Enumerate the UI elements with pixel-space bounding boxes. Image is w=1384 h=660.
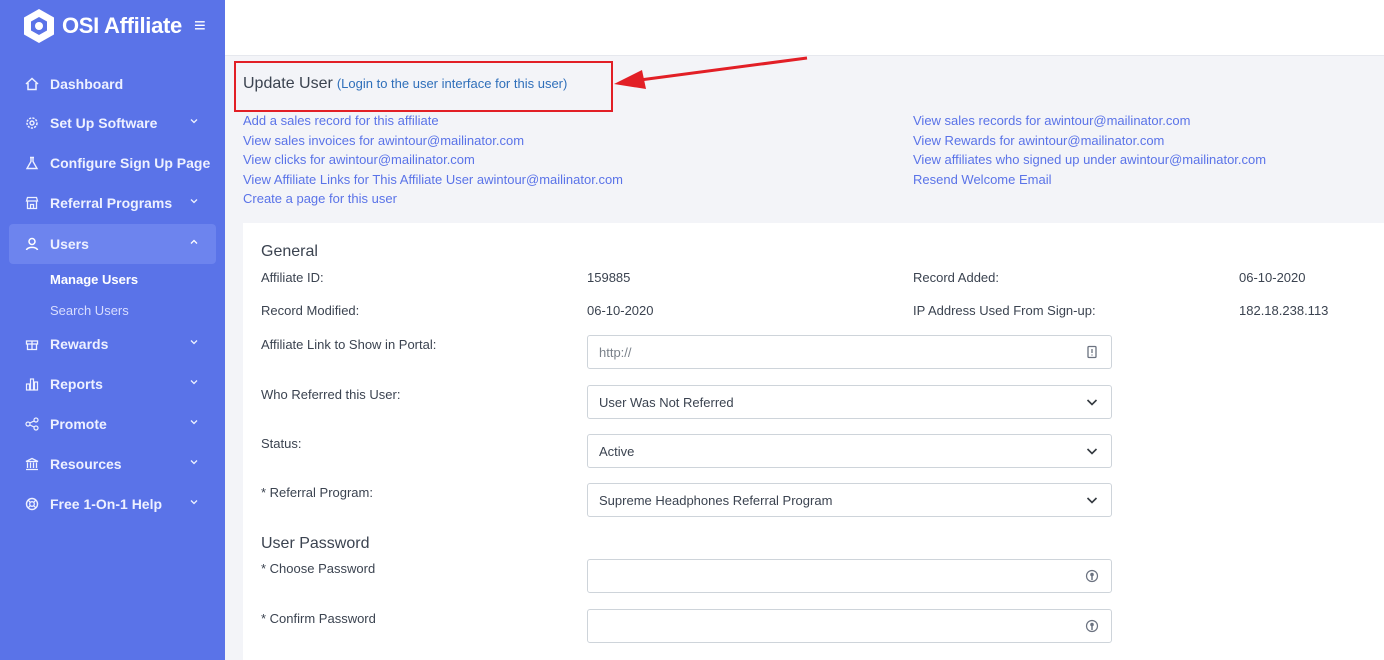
referral-program-select[interactable]: Supreme Headphones Referral Program [587,483,1112,517]
page-title-row: Update User (Login to the user interface… [243,75,567,93]
brand-name: OSI Affiliate [62,13,182,38]
logo-icon [24,9,54,43]
gift-icon [24,336,40,352]
affiliate-link-label: Affiliate Link to Show in Portal: [261,337,437,352]
chevron-down-icon [190,340,198,345]
sidebar-subitem-search-users[interactable]: Search Users [50,303,129,318]
add-sales-record-link[interactable]: Add a sales record for this affiliate [243,113,439,128]
ip-address-value: 182.18.238.113 [1239,303,1329,318]
resend-welcome-email-link[interactable]: Resend Welcome Email [913,172,1051,187]
sidebar-item-reports[interactable]: Reports [9,364,216,404]
sidebar-item-label: Configure Sign Up Page [50,155,211,171]
topbar [225,0,1384,56]
lifebuoy-icon [24,496,40,512]
sidebar-item-dashboard[interactable]: Dashboard [9,64,216,104]
hamburger-icon[interactable]: ≡ [194,15,206,38]
user-icon [24,236,40,252]
chevron-down-icon [190,420,198,425]
page-title: Update User [243,75,333,92]
record-modified-value: 06-10-2020 [587,303,654,318]
chevron-down-icon [190,199,198,204]
chevron-down-icon [1086,399,1098,406]
sidebar-item-label: Resources [50,456,122,472]
record-modified-label: Record Modified: [261,303,360,318]
brand[interactable]: OSI Affiliate ≡ [22,8,206,44]
sidebar-item-label: Dashboard [50,76,124,92]
view-rewards-link[interactable]: View Rewards for awintour@mailinator.com [913,133,1164,148]
sidebar-item-label: Reports [50,376,103,392]
gear-icon [24,115,40,131]
chevron-down-icon [190,460,198,465]
password-manager-icon [1085,619,1099,633]
user-password-section-title: User Password [261,535,370,552]
view-sales-records-link[interactable]: View sales records for awintour@mailinat… [913,113,1190,128]
record-added-value: 06-10-2020 [1239,270,1306,285]
who-referred-value: User Was Not Referred [599,394,734,410]
affiliate-link-input[interactable]: http:// [587,335,1112,369]
flask-icon [24,155,40,171]
general-section-title: General [261,243,318,260]
status-label: Status: [261,436,302,451]
store-icon [24,195,40,211]
chevron-down-icon [190,119,198,124]
affiliate-link-placeholder: http:// [599,344,632,360]
confirm-password-input[interactable] [587,609,1112,643]
sidebar-item-users[interactable]: Users [9,224,216,264]
sidebar: OSI Affiliate ≡ Dashboard Set Up Softwar… [0,0,225,660]
sidebar-item-label: Free 1-On-1 Help [50,496,163,512]
sidebar-item-label: Referral Programs [50,195,173,211]
record-added-label: Record Added: [913,270,1000,285]
bar-chart-icon [24,376,40,392]
view-affiliate-links-link[interactable]: View Affiliate Links for This Affiliate … [243,172,623,187]
affiliate-id-label: Affiliate ID: [261,270,324,285]
view-sales-invoices-link[interactable]: View sales invoices for awintour@mailina… [243,133,524,148]
sidebar-item-referral-programs[interactable]: Referral Programs [9,183,216,223]
password-manager-icon [1085,569,1099,583]
view-clicks-link[interactable]: View clicks for awintour@mailinator.com [243,152,475,167]
share-icon [24,416,40,432]
chevron-up-icon [190,239,198,244]
sidebar-item-label: Promote [50,416,107,432]
sidebar-item-free-help[interactable]: Free 1-On-1 Help [9,484,216,524]
who-referred-label: Who Referred this User: [261,387,401,402]
ip-address-label: IP Address Used From Sign-up: [913,303,1096,318]
chevron-down-icon [190,380,198,385]
who-referred-select[interactable]: User Was Not Referred [587,385,1112,419]
confirm-password-label: * Confirm Password [261,611,376,626]
view-signed-up-affiliates-link[interactable]: View affiliates who signed up under awin… [913,152,1266,167]
referral-program-label: * Referral Program: [261,485,373,500]
chevron-down-icon [190,500,198,505]
sidebar-item-configure-sign-up-page[interactable]: Configure Sign Up Page [9,143,216,183]
chevron-down-icon [1086,448,1098,455]
status-value: Active [599,443,635,459]
sidebar-item-label: Users [50,236,89,252]
autofill-icon [1087,345,1097,359]
sidebar-item-label: Rewards [50,336,109,352]
referral-program-value: Supreme Headphones Referral Program [599,492,833,508]
sidebar-item-promote[interactable]: Promote [9,404,216,444]
login-as-user-link[interactable]: (Login to the user interface for this us… [337,76,568,91]
chevron-down-icon [1086,497,1098,504]
sidebar-item-rewards[interactable]: Rewards [9,324,216,364]
sidebar-item-set-up-software[interactable]: Set Up Software [9,103,216,143]
annotation-arrow [614,56,808,89]
choose-password-input[interactable] [587,559,1112,593]
sidebar-subitem-manage-users[interactable]: Manage Users [50,272,138,287]
affiliate-id-value: 159885 [587,270,631,285]
create-page-link[interactable]: Create a page for this user [243,191,397,206]
sidebar-item-label: Set Up Software [50,115,158,131]
sidebar-item-resources[interactable]: Resources [9,444,216,484]
home-icon [24,76,40,92]
bank-icon [24,456,40,472]
choose-password-label: * Choose Password [261,561,376,576]
status-select[interactable]: Active [587,434,1112,468]
